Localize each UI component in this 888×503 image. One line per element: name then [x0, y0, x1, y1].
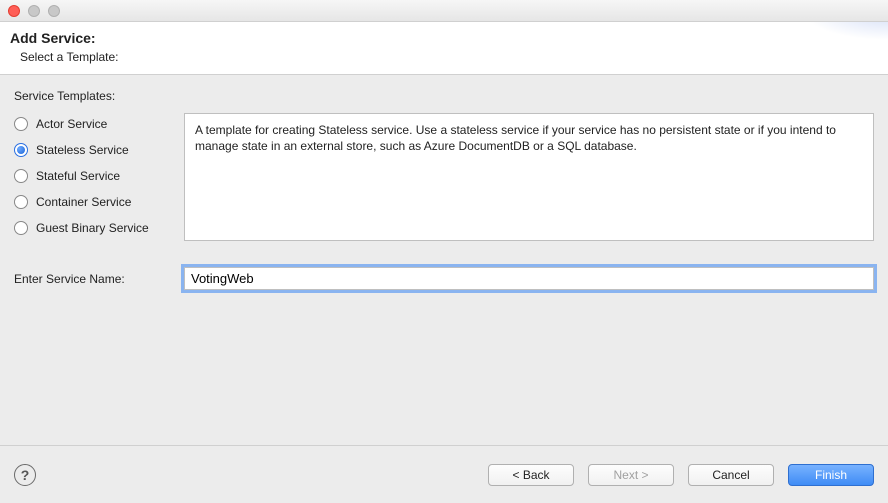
close-icon[interactable]: [8, 5, 20, 17]
templates-row: Actor Service Stateless Service Stateful…: [14, 113, 874, 241]
dialog-subtitle: Select a Template:: [20, 50, 878, 64]
template-radio-group: Actor Service Stateless Service Stateful…: [14, 113, 170, 241]
radio-icon: [14, 143, 28, 157]
finish-button[interactable]: Finish: [788, 464, 874, 486]
radio-icon: [14, 117, 28, 131]
radio-label: Guest Binary Service: [36, 221, 149, 235]
dialog-header: Add Service: Select a Template:: [0, 22, 888, 75]
wizard-buttons: < Back Next > Cancel Finish: [488, 464, 874, 486]
cancel-button[interactable]: Cancel: [688, 464, 774, 486]
back-button[interactable]: < Back: [488, 464, 574, 486]
help-button[interactable]: ?: [14, 464, 36, 486]
next-button: Next >: [588, 464, 674, 486]
maximize-icon: [48, 5, 60, 17]
dialog-footer: ? < Back Next > Cancel Finish: [0, 445, 888, 503]
radio-stateless-service[interactable]: Stateless Service: [14, 143, 170, 157]
radio-actor-service[interactable]: Actor Service: [14, 117, 170, 131]
radio-guest-binary-service[interactable]: Guest Binary Service: [14, 221, 170, 235]
radio-label: Actor Service: [36, 117, 107, 131]
window-titlebar: [0, 0, 888, 22]
radio-label: Stateful Service: [36, 169, 120, 183]
radio-icon: [14, 169, 28, 183]
templates-group-label: Service Templates:: [14, 89, 874, 103]
radio-stateful-service[interactable]: Stateful Service: [14, 169, 170, 183]
service-name-label: Enter Service Name:: [14, 272, 170, 286]
radio-container-service[interactable]: Container Service: [14, 195, 170, 209]
radio-icon: [14, 221, 28, 235]
radio-label: Container Service: [36, 195, 131, 209]
dialog-body: Service Templates: Actor Service Statele…: [0, 75, 888, 442]
service-name-row: Enter Service Name:: [14, 267, 874, 290]
minimize-icon: [28, 5, 40, 17]
radio-label: Stateless Service: [36, 143, 129, 157]
radio-icon: [14, 195, 28, 209]
dialog-title: Add Service:: [10, 30, 878, 46]
service-name-input[interactable]: [184, 267, 874, 290]
template-description: A template for creating Stateless servic…: [184, 113, 874, 241]
